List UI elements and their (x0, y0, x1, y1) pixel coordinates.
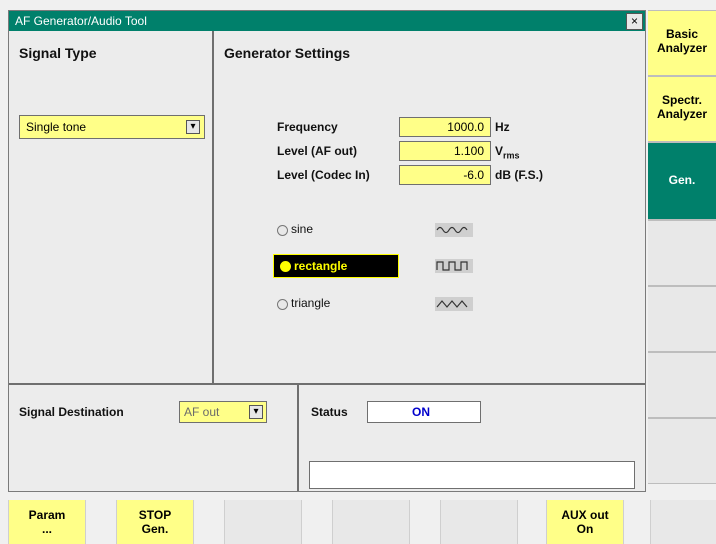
softkey-empty-3[interactable] (648, 352, 716, 418)
level-codec-in-value: -6.0 (463, 168, 484, 182)
softkey-bottom-empty-3[interactable] (440, 500, 518, 544)
status-value: ON (412, 405, 430, 419)
softkey-stop-gen[interactable]: STOP Gen. (116, 500, 194, 544)
softkey-param-line1: Param (28, 508, 66, 522)
message-box (309, 461, 635, 489)
softkey-basic-analyzer[interactable]: Basic Analyzer (648, 10, 716, 76)
waveform-label-rectangle: rectangle (294, 259, 348, 273)
triangle-wave-icon (435, 297, 473, 311)
signal-type-selected: Single tone (26, 120, 87, 134)
sine-wave-icon (435, 223, 473, 237)
softkey-basic-line2: Analyzer (656, 41, 708, 55)
softkey-stop-line1: STOP (138, 508, 172, 522)
softkey-aux-out[interactable]: AUX out On (546, 500, 624, 544)
level-af-out-unit: Vrms (495, 144, 520, 160)
status-label: Status (311, 405, 348, 419)
dropdown-arrow-icon[interactable]: ▾ (249, 405, 263, 419)
softkey-empty-4[interactable] (648, 418, 716, 484)
divider-vertical-left (212, 31, 214, 383)
softkey-generator[interactable]: Gen. (648, 142, 716, 220)
level-codec-in-unit: dB (F.S.) (495, 168, 543, 182)
divider-horizontal (9, 383, 645, 385)
softkey-aux-line1: AUX out (561, 508, 609, 522)
generator-window: AF Generator/Audio Tool × Signal Type Si… (8, 10, 646, 492)
level-codec-in-field[interactable]: -6.0 (399, 165, 491, 185)
softkey-param[interactable]: Param ... (8, 500, 86, 544)
radio-unselected-icon[interactable] (277, 299, 288, 310)
softkey-bottom-empty-4[interactable] (650, 500, 716, 544)
frequency-field[interactable]: 1000.0 (399, 117, 491, 137)
signal-type-dropdown[interactable]: Single tone ▾ (19, 115, 205, 139)
softkey-spectrum-analyzer[interactable]: Spectr. Analyzer (648, 76, 716, 142)
softkey-bottom-empty-2[interactable] (332, 500, 410, 544)
softkey-bottom-empty-1[interactable] (224, 500, 302, 544)
softkey-basic-line1: Basic (665, 27, 699, 41)
softkey-aux-line2: On (576, 522, 594, 536)
softkey-empty-1[interactable] (648, 220, 716, 286)
waveform-option-sine[interactable]: sine (277, 221, 397, 239)
softkey-spectrum-line1: Spectr. (661, 93, 703, 107)
status-field: ON (367, 401, 481, 423)
level-af-out-label: Level (AF out) (277, 144, 357, 158)
waveform-option-rectangle[interactable]: rectangle (273, 254, 399, 278)
divider-vertical-lower (297, 385, 299, 491)
rectangle-wave-icon (435, 259, 473, 273)
generator-settings-title: Generator Settings (224, 45, 351, 61)
close-icon[interactable]: × (626, 13, 643, 30)
window-titlebar: AF Generator/Audio Tool × (9, 11, 645, 31)
frequency-label: Frequency (277, 120, 338, 134)
level-af-out-field[interactable]: 1.100 (399, 141, 491, 161)
radio-unselected-icon[interactable] (277, 225, 288, 236)
softkey-param-line2: ... (41, 522, 52, 536)
waveform-option-triangle[interactable]: triangle (277, 295, 397, 313)
frequency-unit: Hz (495, 120, 510, 134)
dropdown-arrow-icon[interactable]: ▾ (186, 120, 200, 134)
softkey-spectrum-line2: Analyzer (656, 107, 708, 121)
waveform-label-triangle: triangle (291, 296, 331, 310)
radio-selected-icon[interactable] (280, 261, 291, 272)
signal-type-title: Signal Type (19, 45, 97, 61)
window-title: AF Generator/Audio Tool (15, 14, 147, 28)
level-af-out-unit-main: V (495, 144, 504, 158)
waveform-label-sine: sine (291, 222, 314, 236)
level-af-out-unit-sub: rms (503, 150, 520, 161)
level-af-out-value: 1.100 (453, 144, 484, 158)
signal-destination-dropdown[interactable]: AF out ▾ (179, 401, 267, 423)
level-codec-in-label: Level (Codec In) (277, 168, 370, 182)
frequency-value: 1000.0 (447, 120, 484, 134)
signal-destination-value: AF out (184, 405, 220, 419)
softkey-stop-line2: Gen. (141, 522, 169, 536)
softkey-empty-2[interactable] (648, 286, 716, 352)
softkey-generator-line1: Gen. (668, 173, 696, 187)
signal-destination-label: Signal Destination (19, 405, 124, 419)
